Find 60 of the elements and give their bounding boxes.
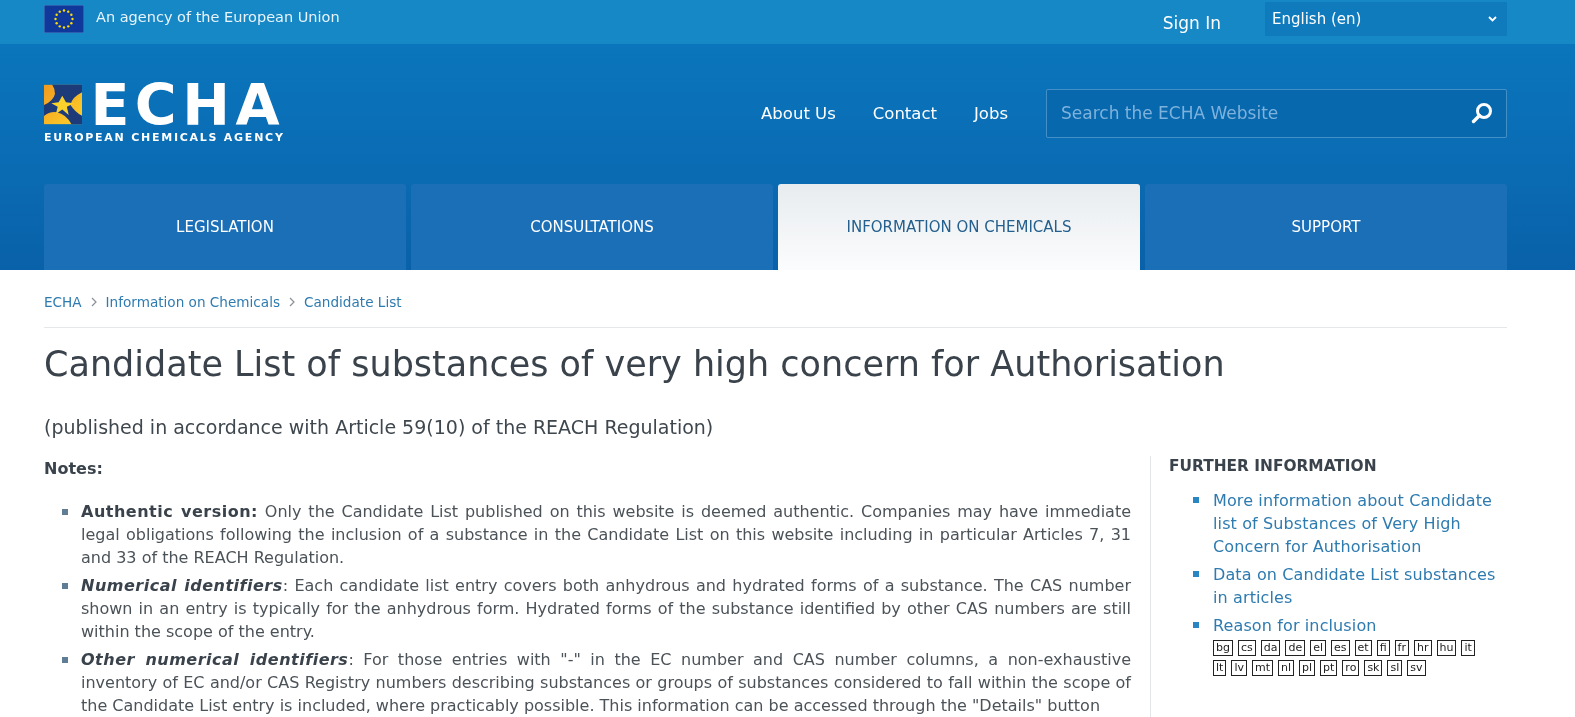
logo-tagline: EUROPEAN CHEMICALS AGENCY [44,131,285,144]
search-field[interactable]: Search the ECHA Website [1046,88,1507,138]
language-link[interactable]: da [1260,640,1281,656]
language-link[interactable]: hu [1436,640,1457,656]
eu-flag-icon [44,5,84,33]
main-tab[interactable]: INFORMATION ON CHEMICALS [778,184,1140,270]
language-link[interactable]: cs [1237,640,1256,656]
agency-caption: An agency of the European Union [96,8,340,26]
note-text: Numerical identifiers: Each candidate list entry covers both anhydrous and hydrated forms of a substance. The CAS number shown in an entry is typically for the anhydrous form. Hydrated forms of the substance identified by other CAS numbers are still within the scope of the entry. [81,575,1131,643]
main-tab[interactable]: CONSULTATIONS [411,184,773,270]
chevron-icon [90,297,97,307]
language-dropdown[interactable]: English (en) [1265,2,1507,36]
language-link[interactable]: et [1354,640,1372,656]
square-bullet-icon [1193,571,1199,577]
chevron-icon [289,297,296,307]
language-link[interactable]: es [1331,640,1350,656]
square-bullet-icon [62,657,68,663]
language-link[interactable]: el [1310,640,1327,656]
note-text: Authentic version: Only the Candidate List published on this website is deemed authentic. Companies may have immediate legal obligations following the inclusion of a substance in the Candidate List on this website including in particular Articles 7, 31 and 33 of the REACH Regulation. [81,501,1131,569]
language-link[interactable]: it [1461,640,1475,656]
sidebar-heading: FURTHER INFORMATION [1169,456,1378,476]
language-link[interactable]: de [1285,640,1306,656]
logo-wordmark: ECHA [90,82,285,127]
breadcrumb-link[interactable]: ECHA [44,293,82,311]
language-link[interactable]: fr [1394,640,1409,656]
page-title: Candidate List of substances of very high concern for Authorisation [44,344,1226,384]
square-bullet-icon [62,583,68,589]
sidebar-link[interactable]: Reason for inclusion [1213,614,1507,637]
language-link[interactable]: sl [1387,660,1403,676]
nav-link[interactable]: Jobs [973,103,1008,123]
language-link[interactable]: fi [1376,640,1390,656]
sidebar-link[interactable]: Data on Candidate List substances in articles [1213,563,1507,609]
language-link[interactable]: pt [1320,660,1338,676]
search-icon[interactable] [1471,101,1493,124]
square-bullet-icon [1193,622,1199,628]
nav-link[interactable]: About Us [761,103,836,123]
sidebar-link[interactable]: More information about Candidate list of Substances of Very High Concern for Authorisation [1213,489,1507,558]
language-link[interactable]: sk [1364,660,1383,676]
breadcrumb-link[interactable]: Candidate List [304,293,402,311]
language-link[interactable]: nl [1278,660,1294,676]
main-tab[interactable]: SUPPORT [1145,184,1507,270]
nav-link[interactable]: Contact [872,103,937,123]
note-text: Other numerical identifiers: For those entries with "-" in the EC number and CAS number columns, a non-exhaustive inventory of EC and/or CAS Registry numbers describing substances or groups of substances considered to fall within the scope of the Candidate List entry is included, where practicably possible. This information can be accessed through the "Details" button [81,649,1131,717]
language-link[interactable]: hr [1414,640,1432,656]
square-bullet-icon [62,509,68,515]
breadcrumb-link[interactable]: Information on Chemicals [105,293,281,311]
main-tab[interactable]: LEGISLATION [44,184,406,270]
language-link[interactable]: ro [1342,660,1360,676]
notes-heading: Notes: [44,459,104,479]
language-link[interactable]: lt [1213,660,1227,676]
square-bullet-icon [1193,497,1199,503]
sign-in-link[interactable]: Sign In [1162,13,1221,33]
language-link[interactable]: mt [1251,660,1273,676]
page-subtitle: (published in accordance with Article 59(10) of the REACH Regulation) [44,415,715,439]
language-link[interactable]: bg [1213,640,1233,656]
language-link[interactable]: sv [1407,660,1426,676]
caret-icon [1488,16,1497,22]
language-link[interactable]: lv [1231,660,1247,676]
star-emblem-icon [44,83,83,126]
language-link[interactable]: pl [1299,660,1316,676]
